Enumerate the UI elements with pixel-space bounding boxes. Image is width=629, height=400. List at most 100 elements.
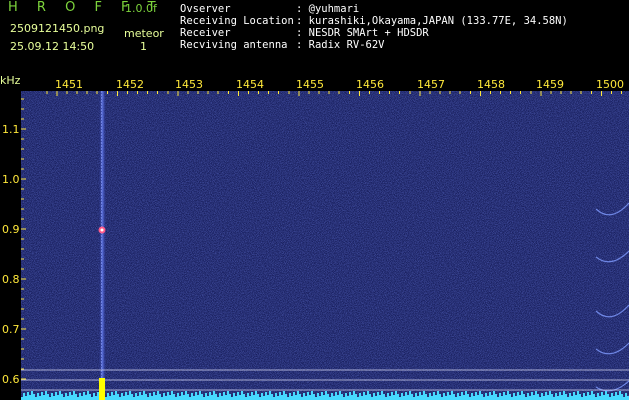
header-panel: H R O F F T 1.0.0f 2509121450.png 25.09.… [0, 0, 629, 74]
spectrum-bar [135, 393, 137, 400]
spectrum-bar [451, 391, 453, 400]
meteor-streak-pixel [101, 355, 102, 357]
meteor-streak-pixel [101, 109, 102, 111]
spectrum-bar [471, 393, 473, 400]
spectrum-bar [535, 391, 537, 400]
meteor-streak-pixel [101, 316, 102, 318]
spectrum-bar [587, 392, 589, 400]
meteor-streak-pixel [101, 172, 102, 174]
spectrum-bar [561, 395, 563, 400]
spectrum-bar [443, 393, 445, 400]
spectrum-bar [597, 393, 599, 400]
spectrum-bar [267, 395, 269, 400]
meteor-streak-pixel [101, 166, 102, 168]
spectrum-bar [221, 396, 223, 400]
app-version: 1.0.0f [125, 2, 157, 15]
meteor-streak-pixel [101, 127, 102, 129]
spectrum-bar [257, 394, 259, 400]
spectrum-bar [113, 395, 115, 400]
spectrum-bar [201, 394, 203, 400]
y-tick-label: 1.1 [2, 123, 20, 136]
meteor-streak-pixel [101, 292, 102, 294]
meteor-streak-pixel [101, 271, 102, 273]
spectrum-bar [607, 394, 609, 400]
spectrum-bar [479, 391, 481, 400]
meteor-streak-pixel [101, 157, 102, 159]
spectrum-bar [69, 392, 71, 400]
meteor-streak-pixel [101, 115, 102, 117]
spectrum-bar [429, 393, 431, 400]
spectrum-bar [365, 395, 367, 400]
meteor-streak-pixel [101, 154, 102, 156]
meteor-streak-pixel [101, 334, 102, 336]
spectrum-bar [33, 394, 35, 400]
spectrum-bar [85, 395, 87, 400]
meteor-streak-pixel [101, 139, 102, 141]
meteor-streak-pixel [101, 364, 102, 366]
spectrum-bar [249, 396, 251, 400]
spectrum-bar [177, 393, 179, 400]
info-label-receiver: Receiver [180, 27, 231, 39]
meteor-streak-pixel [101, 124, 102, 126]
meteor-streak-pixel [101, 190, 102, 192]
info-label-location: Receiving Location [180, 15, 294, 27]
spectrum-bar [507, 391, 509, 400]
spectrum-bar [293, 392, 295, 400]
spectrum-bar [577, 391, 579, 400]
spectrum-bar [461, 392, 463, 400]
spectrum-bar [555, 393, 557, 400]
meteor-streak-pixel [101, 235, 102, 237]
spectrum-bar [405, 392, 407, 400]
waterfall-plot [21, 91, 629, 400]
spectrum-bar [611, 393, 613, 400]
meteor-streak-pixel [101, 121, 102, 123]
spectrum-bar [59, 391, 61, 400]
spectrum-bar [75, 394, 77, 400]
spectrum-bar [493, 391, 495, 400]
meteor-streak-pixel [101, 352, 102, 354]
spectrum-bar [187, 394, 189, 400]
spectrum-bar [331, 393, 333, 400]
spectrum-bar [87, 391, 89, 400]
spectrum-bar [431, 396, 433, 400]
spectrum-bar [27, 392, 29, 400]
spectrum-bar [275, 393, 277, 400]
meteor-streak-pixel [101, 349, 102, 351]
spectrum-bar [337, 395, 339, 400]
spectrum-bar [439, 394, 441, 400]
spectrum-bar [501, 396, 503, 400]
spectrum-bar [489, 392, 491, 400]
spectrum-bar [517, 392, 519, 400]
spectrum-bar [621, 394, 623, 400]
spectrum-bar [521, 391, 523, 400]
spectrum-bar [223, 392, 225, 400]
meteor-streak-pixel [101, 340, 102, 342]
spectrum-bar [513, 393, 515, 400]
spectrum-bar [383, 394, 385, 400]
spectrum-bar [457, 393, 459, 400]
spectrum-bar [419, 392, 421, 400]
meteor-streak-pixel [101, 346, 102, 348]
spectrum-bar [491, 395, 493, 400]
spectrum-bar [519, 395, 521, 400]
meteor-streak-pixel [101, 112, 102, 114]
x-tick-label: 1453 [175, 78, 203, 91]
spectrum-bar [159, 394, 161, 400]
meteor-streak-pixel [101, 160, 102, 162]
meteor-streak-pixel [101, 220, 102, 222]
spectrum-bar [151, 396, 153, 400]
spectrum-bar [589, 395, 591, 400]
spectrum-bar [585, 396, 587, 400]
spectrum-bar [543, 396, 545, 400]
spectrum-bar [139, 392, 141, 400]
y-tick-label: 0.8 [2, 273, 20, 286]
meteor-streak-pixel [101, 169, 102, 171]
spectrum-bar [261, 393, 263, 400]
spectrum-bar [237, 392, 239, 400]
meteor-streak-pixel [101, 136, 102, 138]
spectrum-bar [393, 395, 395, 400]
y-axis-unit: kHz [0, 74, 21, 87]
spectrum-bar [23, 393, 25, 400]
meteor-streak-pixel [101, 358, 102, 360]
meteor-streak-pixel [101, 91, 102, 93]
